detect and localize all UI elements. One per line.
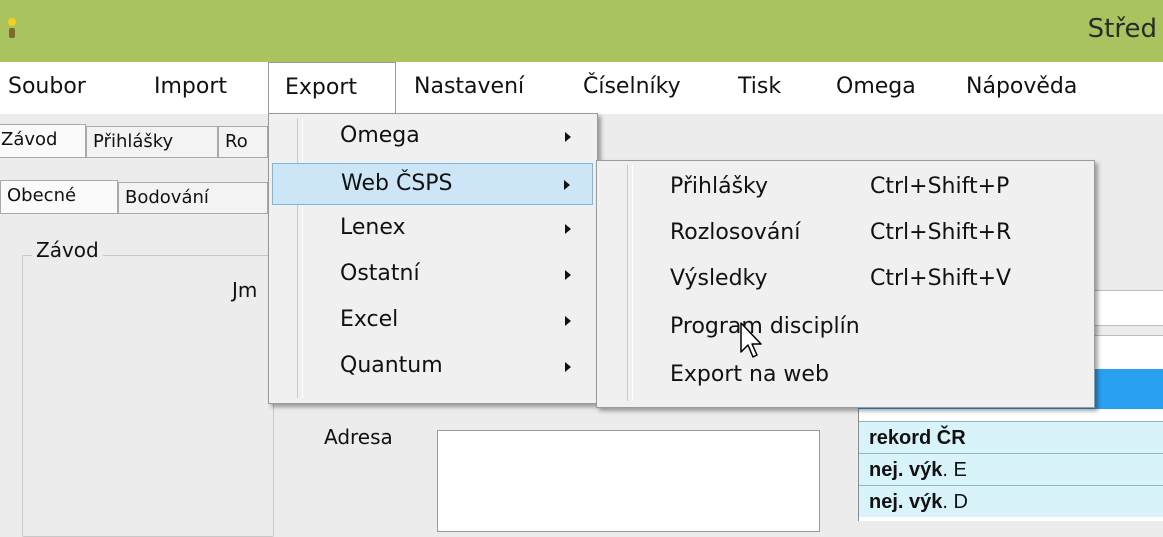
- submenu-arrow-icon: [565, 132, 571, 142]
- grid-row[interactable]: nej. výk. E: [859, 453, 1163, 485]
- menu-omega[interactable]: Omega: [828, 62, 924, 114]
- menu-bar: Soubor Import Export Nastavení Číselníky…: [0, 62, 1163, 115]
- menu-nastaveni[interactable]: Nastavení: [406, 62, 532, 114]
- shortcut-label: Ctrl+Shift+P: [870, 174, 1010, 199]
- submenu-arrow-icon: [565, 224, 571, 234]
- shortcut-label: Ctrl+Shift+R: [870, 220, 1012, 245]
- menu-item-vysledky[interactable]: Výsledky Ctrl+Shift+V: [600, 259, 1090, 301]
- menu-export[interactable]: Export: [268, 62, 396, 115]
- menu-soubor[interactable]: Soubor: [0, 62, 94, 114]
- address-label: Adresa: [324, 425, 393, 449]
- menu-item-web-csps[interactable]: Web ČSPS: [272, 163, 593, 205]
- menu-item-ostatni[interactable]: Ostatní: [272, 254, 593, 296]
- menu-item-program-disciplin[interactable]: Program disciplín: [600, 307, 1090, 349]
- menu-item-export-na-web[interactable]: Export na web: [600, 355, 1090, 397]
- menu-item-quantum[interactable]: Quantum: [272, 346, 593, 388]
- app-icon[interactable]: [6, 18, 18, 40]
- menu-item-omega[interactable]: Omega: [272, 116, 593, 158]
- group-title: Závod: [32, 238, 103, 262]
- tab-ro[interactable]: Ro: [218, 126, 268, 158]
- address-field[interactable]: [437, 430, 820, 532]
- tab-zavod[interactable]: Závod: [0, 124, 86, 158]
- mouse-cursor-icon: [740, 322, 762, 358]
- menu-item-prihlasky[interactable]: Přihlášky Ctrl+Shift+P: [600, 167, 1090, 209]
- menu-ciselniky[interactable]: Číselníky: [575, 62, 689, 114]
- web-csps-submenu: Přihlášky Ctrl+Shift+P Rozlosování Ctrl+…: [596, 160, 1095, 408]
- grid-row[interactable]: rekord ČR: [859, 421, 1163, 453]
- name-label: Jm: [232, 278, 258, 302]
- submenu-arrow-icon: [565, 316, 571, 326]
- export-menu: Omega Web ČSPS Lenex Ostatní Excel Quant…: [268, 113, 598, 404]
- window-title: Střed: [1087, 14, 1157, 44]
- submenu-arrow-icon: [564, 180, 570, 190]
- tab-bodovani[interactable]: Bodování: [118, 182, 268, 214]
- menu-import[interactable]: Import: [146, 62, 235, 114]
- submenu-arrow-icon: [565, 270, 571, 280]
- tab-prihlasky[interactable]: Přihlášky: [86, 126, 218, 158]
- menu-item-rozlosovani[interactable]: Rozlosování Ctrl+Shift+R: [600, 213, 1090, 255]
- grid-row[interactable]: nej. výk. D: [859, 485, 1163, 517]
- shortcut-label: Ctrl+Shift+V: [870, 266, 1012, 291]
- menu-item-excel[interactable]: Excel: [272, 300, 593, 342]
- menu-tisk[interactable]: Tisk: [730, 62, 789, 114]
- menu-napoveda[interactable]: Nápověda: [958, 62, 1085, 114]
- title-bar: Střed: [0, 0, 1163, 62]
- tab-obecne[interactable]: Obecné: [0, 180, 118, 214]
- menu-item-lenex[interactable]: Lenex: [272, 208, 593, 250]
- submenu-arrow-icon: [565, 362, 571, 372]
